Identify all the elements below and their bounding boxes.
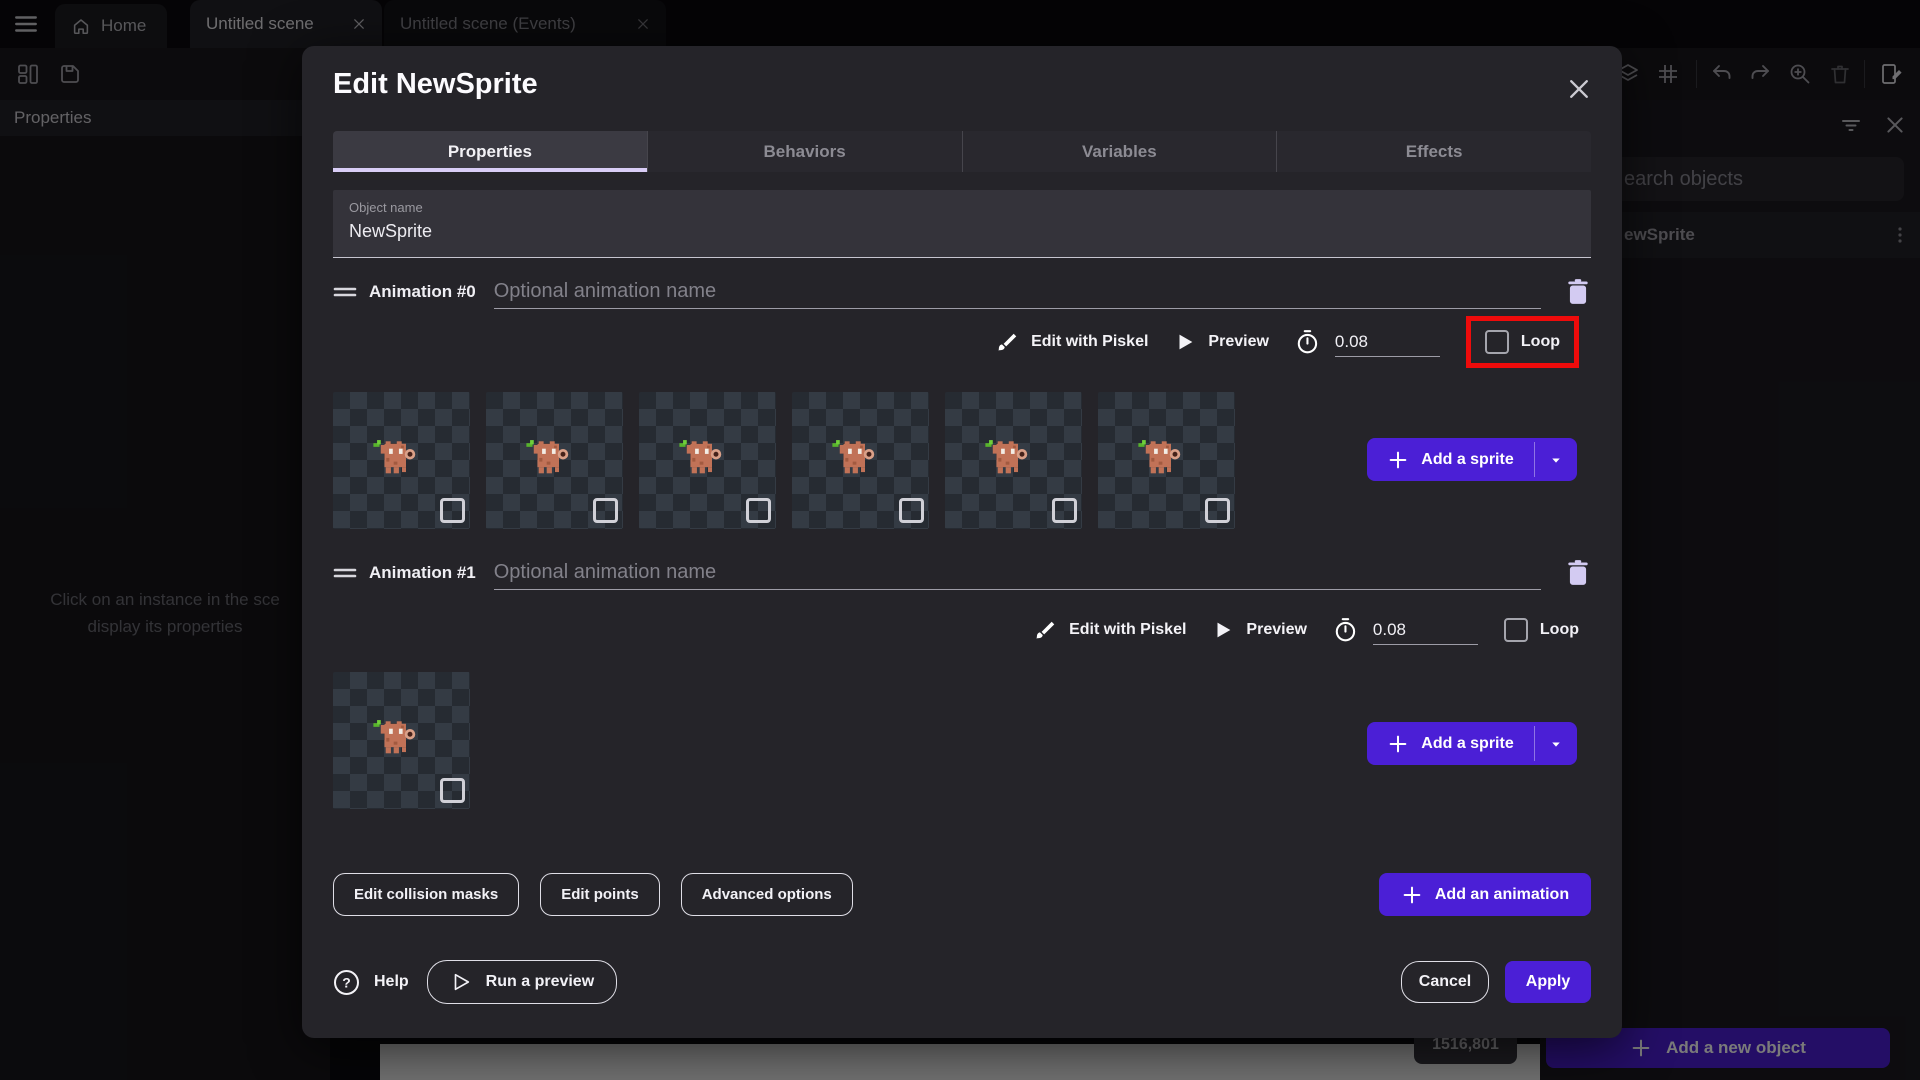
sprite-frame-thumbnail[interactable] xyxy=(1098,392,1235,529)
apply-button[interactable]: Apply xyxy=(1505,961,1591,1003)
preview-button[interactable]: Preview xyxy=(1174,331,1269,353)
add-sprite-label: Add a sprite xyxy=(1421,734,1514,752)
frame-select-checkbox[interactable] xyxy=(1052,498,1077,523)
edit-with-piskel-label: Edit with Piskel xyxy=(1069,621,1187,638)
sprite-frame-thumbnail[interactable] xyxy=(639,392,776,529)
dialog-footer: Help Run a preview Cancel Apply xyxy=(333,960,1591,1004)
animation-1-title: Animation #1 xyxy=(369,563,476,582)
frame-select-checkbox[interactable] xyxy=(746,498,771,523)
drag-handle-icon[interactable] xyxy=(333,565,357,581)
tab-variables[interactable]: Variables xyxy=(961,131,1277,172)
delete-animation-icon[interactable] xyxy=(1565,559,1591,587)
play-icon xyxy=(1212,619,1234,641)
add-sprite-dropdown[interactable] xyxy=(1535,438,1577,481)
play-outline-icon xyxy=(450,971,472,993)
sprite-frame-thumbnail[interactable] xyxy=(333,392,470,529)
dialog-tabs: Properties Behaviors Variables Effects xyxy=(333,131,1591,172)
frame-select-checkbox[interactable] xyxy=(440,778,465,803)
add-sprite-label: Add a sprite xyxy=(1421,450,1514,468)
brush-icon xyxy=(997,331,1019,353)
animation-1-controls: Edit with Piskel Preview Loop xyxy=(333,602,1579,658)
timer-icon xyxy=(1295,329,1321,355)
edit-with-piskel-button[interactable]: Edit with Piskel xyxy=(1035,619,1186,641)
cancel-button[interactable]: Cancel xyxy=(1401,961,1489,1003)
frame-select-checkbox[interactable] xyxy=(593,498,618,523)
pig-sprite-image xyxy=(370,437,426,477)
animation-0-frames xyxy=(333,392,1235,529)
plus-icon xyxy=(1387,449,1409,471)
animation-0-header: Animation #0 xyxy=(333,272,1591,312)
object-name-value: NewSprite xyxy=(349,221,433,241)
edit-sprite-dialog: Edit NewSprite Properties Behaviors Vari… xyxy=(302,46,1622,1038)
time-between-frames-group xyxy=(1295,327,1440,357)
dialog-title: Edit NewSprite xyxy=(333,68,538,100)
preview-label: Preview xyxy=(1208,333,1269,350)
close-dialog-icon[interactable] xyxy=(1566,76,1592,102)
add-sprite-split-button: Add a sprite xyxy=(1367,438,1577,481)
time-between-frames-input[interactable] xyxy=(1334,327,1440,357)
chevron-down-icon xyxy=(1547,451,1565,469)
add-sprite-button[interactable]: Add a sprite xyxy=(1367,438,1534,481)
pig-sprite-image xyxy=(370,717,426,757)
tab-properties[interactable]: Properties xyxy=(333,131,647,172)
pig-sprite-image xyxy=(1135,437,1191,477)
time-between-frames-group xyxy=(1333,615,1478,645)
animation-0-name-input[interactable] xyxy=(493,275,1541,309)
animation-1-name-input[interactable] xyxy=(493,556,1541,590)
edit-with-piskel-button[interactable]: Edit with Piskel xyxy=(997,331,1148,353)
pig-sprite-image xyxy=(982,437,1038,477)
object-name-field[interactable]: Object name NewSprite xyxy=(333,190,1591,258)
tab-effects[interactable]: Effects xyxy=(1276,131,1591,172)
pig-sprite-image xyxy=(523,437,579,477)
edit-collision-masks-button[interactable]: Edit collision masks xyxy=(333,873,520,916)
play-icon xyxy=(1174,331,1196,353)
pig-sprite-image xyxy=(676,437,732,477)
brush-icon xyxy=(1035,619,1057,641)
frame-select-checkbox[interactable] xyxy=(1205,498,1230,523)
add-sprite-dropdown[interactable] xyxy=(1535,722,1577,765)
preview-button[interactable]: Preview xyxy=(1212,619,1307,641)
add-animation-label: Add an animation xyxy=(1434,885,1570,903)
time-between-frames-input[interactable] xyxy=(1372,615,1478,645)
sprite-frame-thumbnail[interactable] xyxy=(333,672,470,809)
help-label: Help xyxy=(374,973,409,990)
advanced-options-button[interactable]: Advanced options xyxy=(680,873,853,916)
add-sprite-button[interactable]: Add a sprite xyxy=(1367,722,1534,765)
sprite-frame-thumbnail[interactable] xyxy=(792,392,929,529)
add-animation-button[interactable]: Add an animation xyxy=(1379,873,1591,916)
drag-handle-icon[interactable] xyxy=(333,284,357,300)
frame-select-checkbox[interactable] xyxy=(899,498,924,523)
animation-0-controls: Edit with Piskel Preview Loop xyxy=(333,314,1579,370)
sprite-frame-thumbnail[interactable] xyxy=(945,392,1082,529)
sprite-tools-row: Edit collision masks Edit points Advance… xyxy=(333,873,853,916)
delete-animation-icon[interactable] xyxy=(1565,278,1591,306)
frame-select-checkbox[interactable] xyxy=(440,498,465,523)
object-name-label: Object name xyxy=(349,200,423,215)
run-preview-button[interactable]: Run a preview xyxy=(426,960,618,1004)
chevron-down-icon xyxy=(1547,735,1565,753)
help-icon xyxy=(333,969,360,996)
loop-label: Loop xyxy=(1520,333,1560,350)
loop-checkbox-group[interactable]: Loop xyxy=(1503,618,1579,642)
loop-checkbox-group-highlighted[interactable]: Loop xyxy=(1465,316,1579,368)
tab-behaviors[interactable]: Behaviors xyxy=(646,131,962,172)
plus-icon xyxy=(1401,884,1423,906)
animation-0-title: Animation #0 xyxy=(369,282,476,301)
sprite-frame-thumbnail[interactable] xyxy=(486,392,623,529)
animation-1-frames xyxy=(333,672,470,809)
run-preview-label: Run a preview xyxy=(485,973,595,990)
animation-1-header: Animation #1 xyxy=(333,553,1591,593)
pig-sprite-image xyxy=(829,437,885,477)
edit-points-button[interactable]: Edit points xyxy=(540,873,660,916)
loop-label: Loop xyxy=(1539,621,1579,638)
plus-icon xyxy=(1387,733,1409,755)
timer-icon xyxy=(1333,617,1359,643)
edit-with-piskel-label: Edit with Piskel xyxy=(1031,333,1149,350)
add-sprite-split-button: Add a sprite xyxy=(1367,722,1577,765)
loop-checkbox[interactable] xyxy=(1503,618,1528,642)
preview-label: Preview xyxy=(1246,621,1307,638)
loop-checkbox[interactable] xyxy=(1484,330,1509,354)
help-button[interactable]: Help xyxy=(333,969,409,996)
